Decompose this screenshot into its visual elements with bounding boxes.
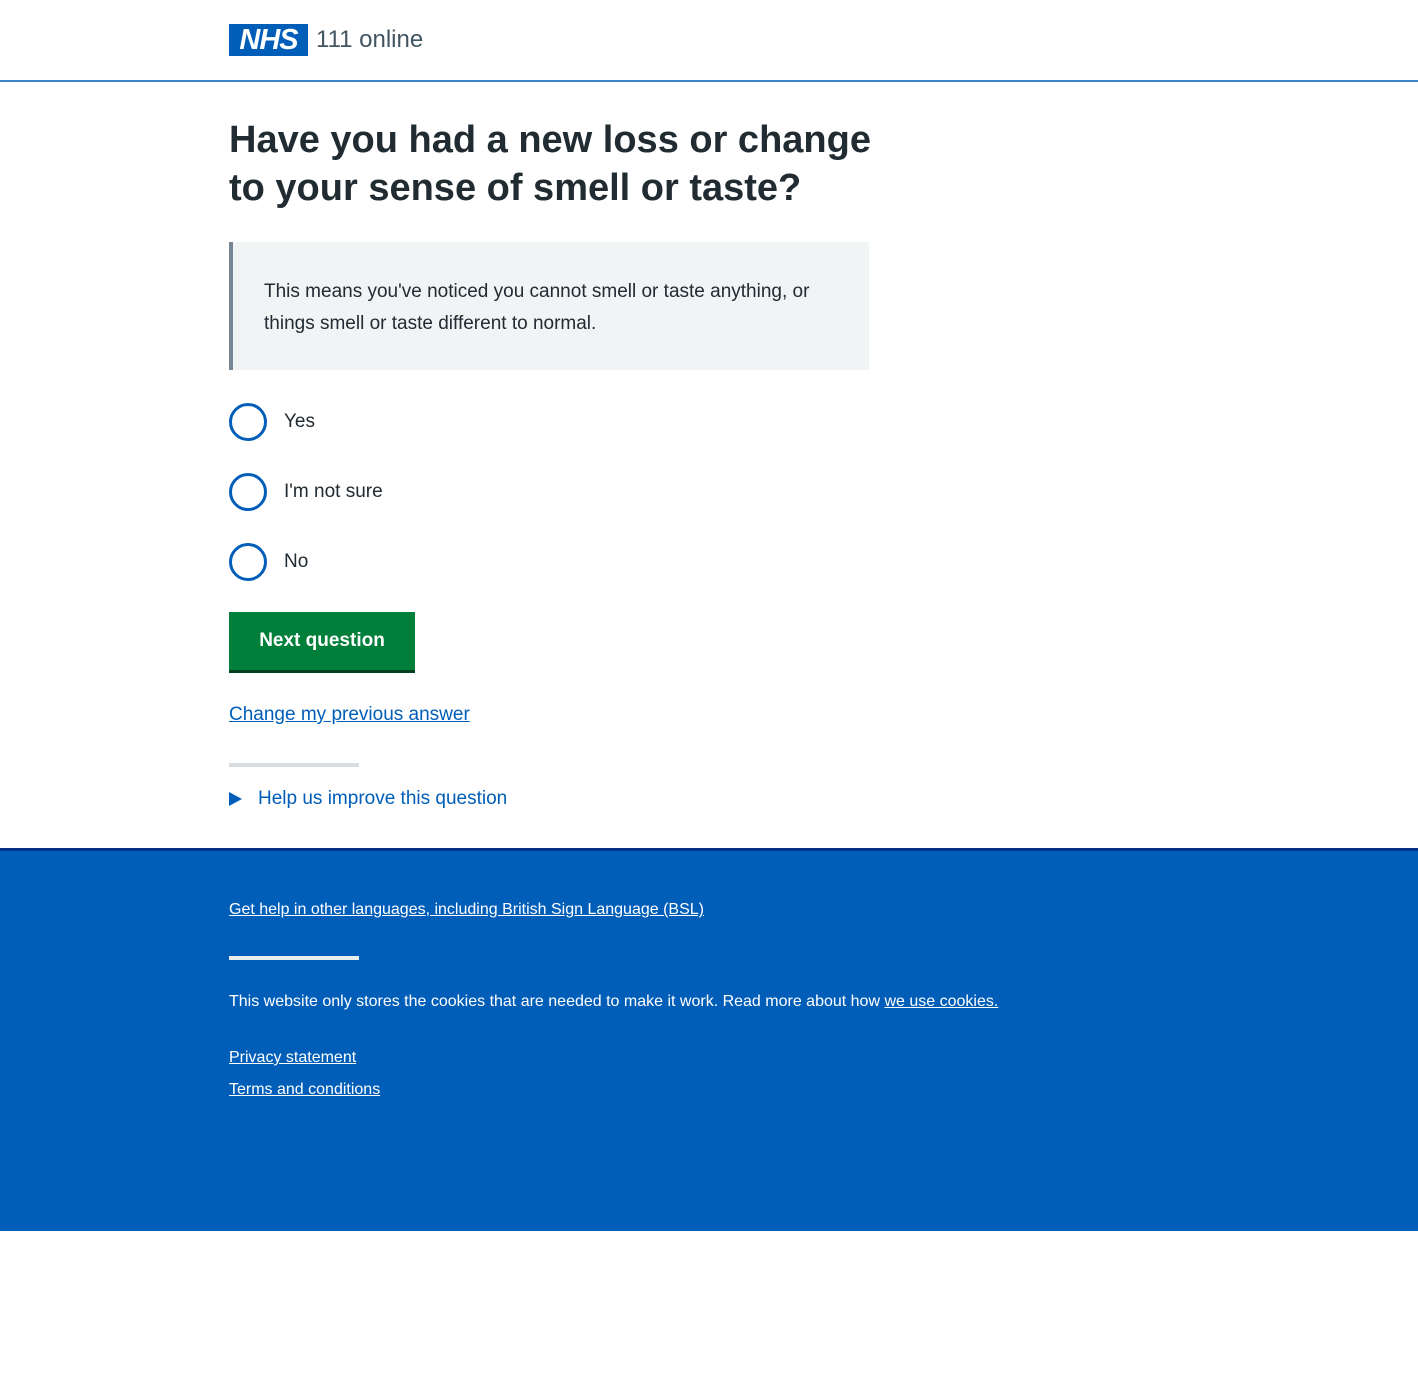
- terms-conditions-link[interactable]: Terms and conditions: [229, 1081, 380, 1099]
- site-header: NHS 111 online: [0, 0, 1418, 82]
- feedback-details-toggle[interactable]: Help us improve this question: [229, 788, 507, 810]
- next-question-button[interactable]: Next question: [229, 612, 415, 670]
- service-name[interactable]: 111 online: [316, 24, 423, 56]
- cookies-text: This website only stores the cookies tha…: [229, 993, 885, 1010]
- use-cookies-link[interactable]: we use cookies.: [884, 993, 998, 1010]
- feedback-details-label[interactable]: Help us improve this question: [258, 788, 507, 810]
- radio-label[interactable]: No: [284, 551, 308, 573]
- cookies-statement: This website only stores the cookies tha…: [229, 993, 998, 1011]
- question-title: Have you had a new loss or change to you…: [229, 119, 871, 209]
- change-previous-answer-link[interactable]: Change my previous answer: [229, 704, 470, 726]
- hint-inset-text: This means you've noticed you cannot sme…: [229, 242, 869, 370]
- footer-divider: [229, 956, 359, 960]
- section-divider: [229, 763, 359, 767]
- radio-option-no[interactable]: No: [229, 542, 489, 582]
- nhs-logo[interactable]: NHS: [229, 24, 308, 56]
- radio-circle-icon[interactable]: [229, 403, 267, 441]
- header-logo-link[interactable]: NHS 111 online: [229, 24, 423, 56]
- radio-option-yes[interactable]: Yes: [229, 402, 489, 442]
- site-footer: Get help in other languages, including B…: [0, 848, 1418, 1231]
- privacy-statement-link[interactable]: Privacy statement: [229, 1049, 356, 1067]
- radio-circle-icon[interactable]: [229, 473, 267, 511]
- main-content: Have you had a new loss or change to you…: [229, 116, 929, 809]
- triangle-right-icon: [229, 792, 242, 806]
- radio-label[interactable]: Yes: [284, 411, 315, 433]
- radio-option-not-sure[interactable]: I'm not sure: [229, 472, 489, 512]
- other-languages-link[interactable]: Get help in other languages, including B…: [229, 901, 704, 919]
- radio-circle-icon[interactable]: [229, 543, 267, 581]
- radio-label[interactable]: I'm not sure: [284, 481, 383, 503]
